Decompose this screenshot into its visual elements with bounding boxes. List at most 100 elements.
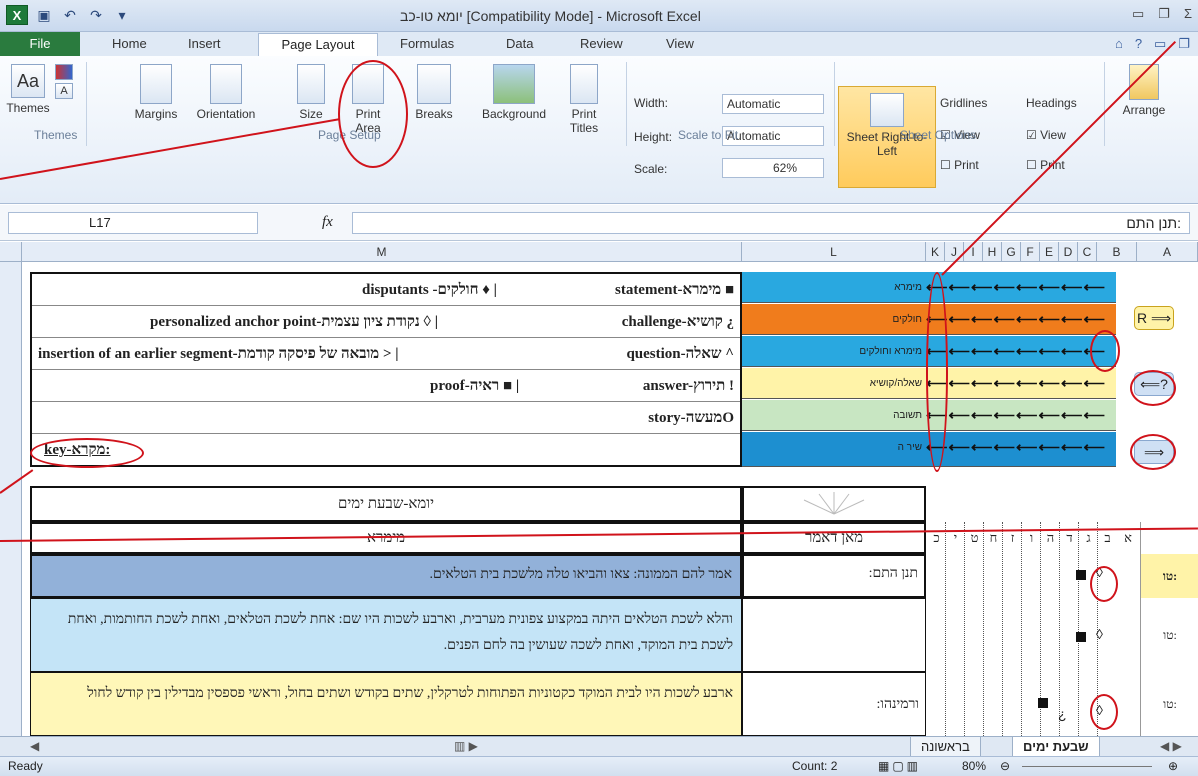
- column-header-h[interactable]: H: [983, 242, 1002, 262]
- minimize-ribbon-icon[interactable]: ⌂: [1115, 36, 1123, 52]
- arrow-row: ⟵⟵⟵⟵⟵⟵⟵⟵: [926, 336, 1116, 367]
- arrow-left-icon: ⟵⟵⟵⟵⟵⟵⟵⟵: [926, 375, 1107, 392]
- redo-icon[interactable]: ↷: [86, 5, 106, 25]
- zoom-in-icon[interactable]: ⊕: [1168, 757, 1178, 775]
- column-header-i[interactable]: I: [964, 242, 983, 262]
- size-icon: [297, 64, 325, 104]
- vertical-scrollbar[interactable]: [0, 262, 22, 736]
- status-ready: Ready: [8, 759, 43, 773]
- headings-label: Headings: [1026, 96, 1077, 110]
- source-cell[interactable]: ורמינהו:: [742, 672, 926, 736]
- headings-view-label: View: [1040, 128, 1066, 142]
- header-source: מאן דאמר: [805, 530, 863, 546]
- key-left-text: personalized anchor point-נקודת ציון עצמ…: [150, 314, 439, 330]
- theme-colors-button[interactable]: A: [52, 64, 76, 102]
- column-header-a[interactable]: A: [1137, 242, 1198, 262]
- tab-home[interactable]: Home: [112, 36, 147, 51]
- table-row[interactable]: ארבע לשכות היו לבית המוקד כקטוניות הפתוח…: [30, 672, 742, 736]
- source-cell[interactable]: תנן התם:: [742, 554, 926, 598]
- size-label: Size: [299, 107, 323, 121]
- column-header-m[interactable]: M: [22, 242, 742, 262]
- breaks-button[interactable]: Breaks: [408, 64, 460, 121]
- right-arrow-r-icon[interactable]: R ⟹: [1134, 306, 1174, 330]
- name-box[interactable]: L17: [8, 212, 258, 234]
- sheet-nav-icon[interactable]: ◀ ▶: [1160, 739, 1182, 753]
- column-header-c[interactable]: C: [1078, 242, 1097, 262]
- undo-icon[interactable]: ↶: [60, 5, 80, 25]
- tab-insert[interactable]: Insert: [188, 36, 221, 51]
- fx-icon[interactable]: fx: [322, 214, 333, 231]
- table-row[interactable]: והלא לשכת הטלאים היתה במקצוע צפונית מערב…: [30, 598, 742, 672]
- gridlines-print-checkbox[interactable]: ☐ Print: [940, 158, 1010, 172]
- formula-input[interactable]: תנן התם:: [352, 212, 1190, 234]
- close-icon[interactable]: Σ: [1184, 6, 1192, 22]
- sheet-tab-other[interactable]: בראשונה: [910, 737, 981, 757]
- column-header-l[interactable]: L: [742, 242, 926, 262]
- header-source-cell: מאן דאמר: [742, 522, 926, 554]
- status-bar: Ready Count: 2 ▦▢▥ 80% ⊖ ⊕: [0, 756, 1198, 776]
- tab-data[interactable]: Data: [506, 36, 533, 51]
- margins-button[interactable]: Margins: [128, 64, 184, 121]
- sheet-tab-active[interactable]: שבעת ימים: [1012, 737, 1100, 757]
- minimize-icon[interactable]: ▭: [1132, 6, 1144, 22]
- source-cell[interactable]: [742, 598, 926, 672]
- zoom-level[interactable]: 80%: [962, 757, 986, 775]
- view-buttons-icon[interactable]: ▦▢▥: [878, 757, 921, 775]
- column-divider: [964, 522, 985, 736]
- logo-cell: [742, 486, 926, 522]
- group-separator: [86, 62, 87, 146]
- annotation-circle-question-arrow: [1130, 370, 1176, 406]
- tab-page-layout[interactable]: Page Layout: [258, 33, 378, 57]
- window-restore-icon[interactable]: ❐: [1178, 36, 1190, 52]
- arrow-left-icon: ⟵⟵⟵⟵⟵⟵⟵⟵: [926, 439, 1107, 456]
- legend-color-statement-disputants: מימרא וחולקים: [742, 336, 926, 367]
- themes-icon: Aa: [11, 64, 45, 98]
- select-all-corner[interactable]: [0, 242, 22, 262]
- column-header-e[interactable]: E: [1040, 242, 1059, 262]
- window-title: יומא טו-כב [Compatibility Mode] - Micros…: [400, 8, 701, 24]
- column-header-d[interactable]: D: [1059, 242, 1078, 262]
- column-divider: [945, 522, 966, 736]
- arrow-row: ⟵⟵⟵⟵⟵⟵⟵⟵: [926, 432, 1116, 467]
- help-icon[interactable]: ?: [1135, 36, 1142, 52]
- excel-app-icon[interactable]: X: [6, 5, 28, 25]
- column-header-b[interactable]: B: [1097, 242, 1137, 262]
- scale-spinner[interactable]: 62%: [722, 158, 824, 178]
- width-select[interactable]: Automatic: [722, 94, 824, 114]
- logo-icon: [803, 492, 865, 515]
- print-titles-icon: [570, 64, 598, 104]
- headings-print-checkbox[interactable]: ☐ Print: [1026, 158, 1096, 172]
- column-header-f[interactable]: F: [1021, 242, 1040, 262]
- column-header-j[interactable]: J: [945, 242, 964, 262]
- print-titles-button[interactable]: Print Titles: [566, 64, 602, 135]
- row-marker[interactable]: טו:: [1141, 554, 1198, 598]
- row-marker[interactable]: טו:: [1141, 598, 1198, 672]
- column-divider: [1059, 522, 1080, 736]
- group-separator: [626, 62, 627, 146]
- themes-button[interactable]: Aa Themes: [6, 64, 50, 115]
- column-header-k[interactable]: K: [926, 242, 945, 262]
- tab-view[interactable]: View: [666, 36, 694, 51]
- table-row[interactable]: אמר להם הממונה: צאו והביאו טלה מלשכת בית…: [30, 554, 742, 598]
- save-icon[interactable]: ▣: [34, 5, 54, 25]
- orientation-icon: [210, 64, 242, 104]
- size-button[interactable]: Size: [292, 64, 330, 121]
- row-marker[interactable]: טו:: [1141, 672, 1198, 736]
- legend-color-disputants: חולקים: [742, 304, 926, 335]
- customize-qat-icon[interactable]: ▾: [112, 5, 132, 25]
- column-header-g[interactable]: G: [1002, 242, 1021, 262]
- restore-icon[interactable]: ❐: [1158, 6, 1170, 22]
- zoom-out-icon[interactable]: ⊖: [1000, 757, 1010, 775]
- tab-formulas[interactable]: Formulas: [400, 36, 454, 51]
- background-button[interactable]: Background: [466, 64, 562, 121]
- legend-color-statement: מימרא: [742, 272, 926, 303]
- key-left-text: disputants -חולקים ♦ |: [362, 282, 497, 298]
- tab-file[interactable]: File: [0, 32, 80, 56]
- scroll-left-icon[interactable]: ◀: [30, 739, 39, 753]
- arrow-row: ⟵⟵⟵⟵⟵⟵⟵⟵: [926, 272, 1116, 303]
- letter-col-header: כ: [933, 530, 940, 545]
- hscroll-thumb[interactable]: ▥ ▶: [454, 739, 478, 753]
- tab-review[interactable]: Review: [580, 36, 623, 51]
- zoom-slider[interactable]: [1022, 766, 1152, 767]
- orientation-button[interactable]: Orientation: [188, 64, 264, 121]
